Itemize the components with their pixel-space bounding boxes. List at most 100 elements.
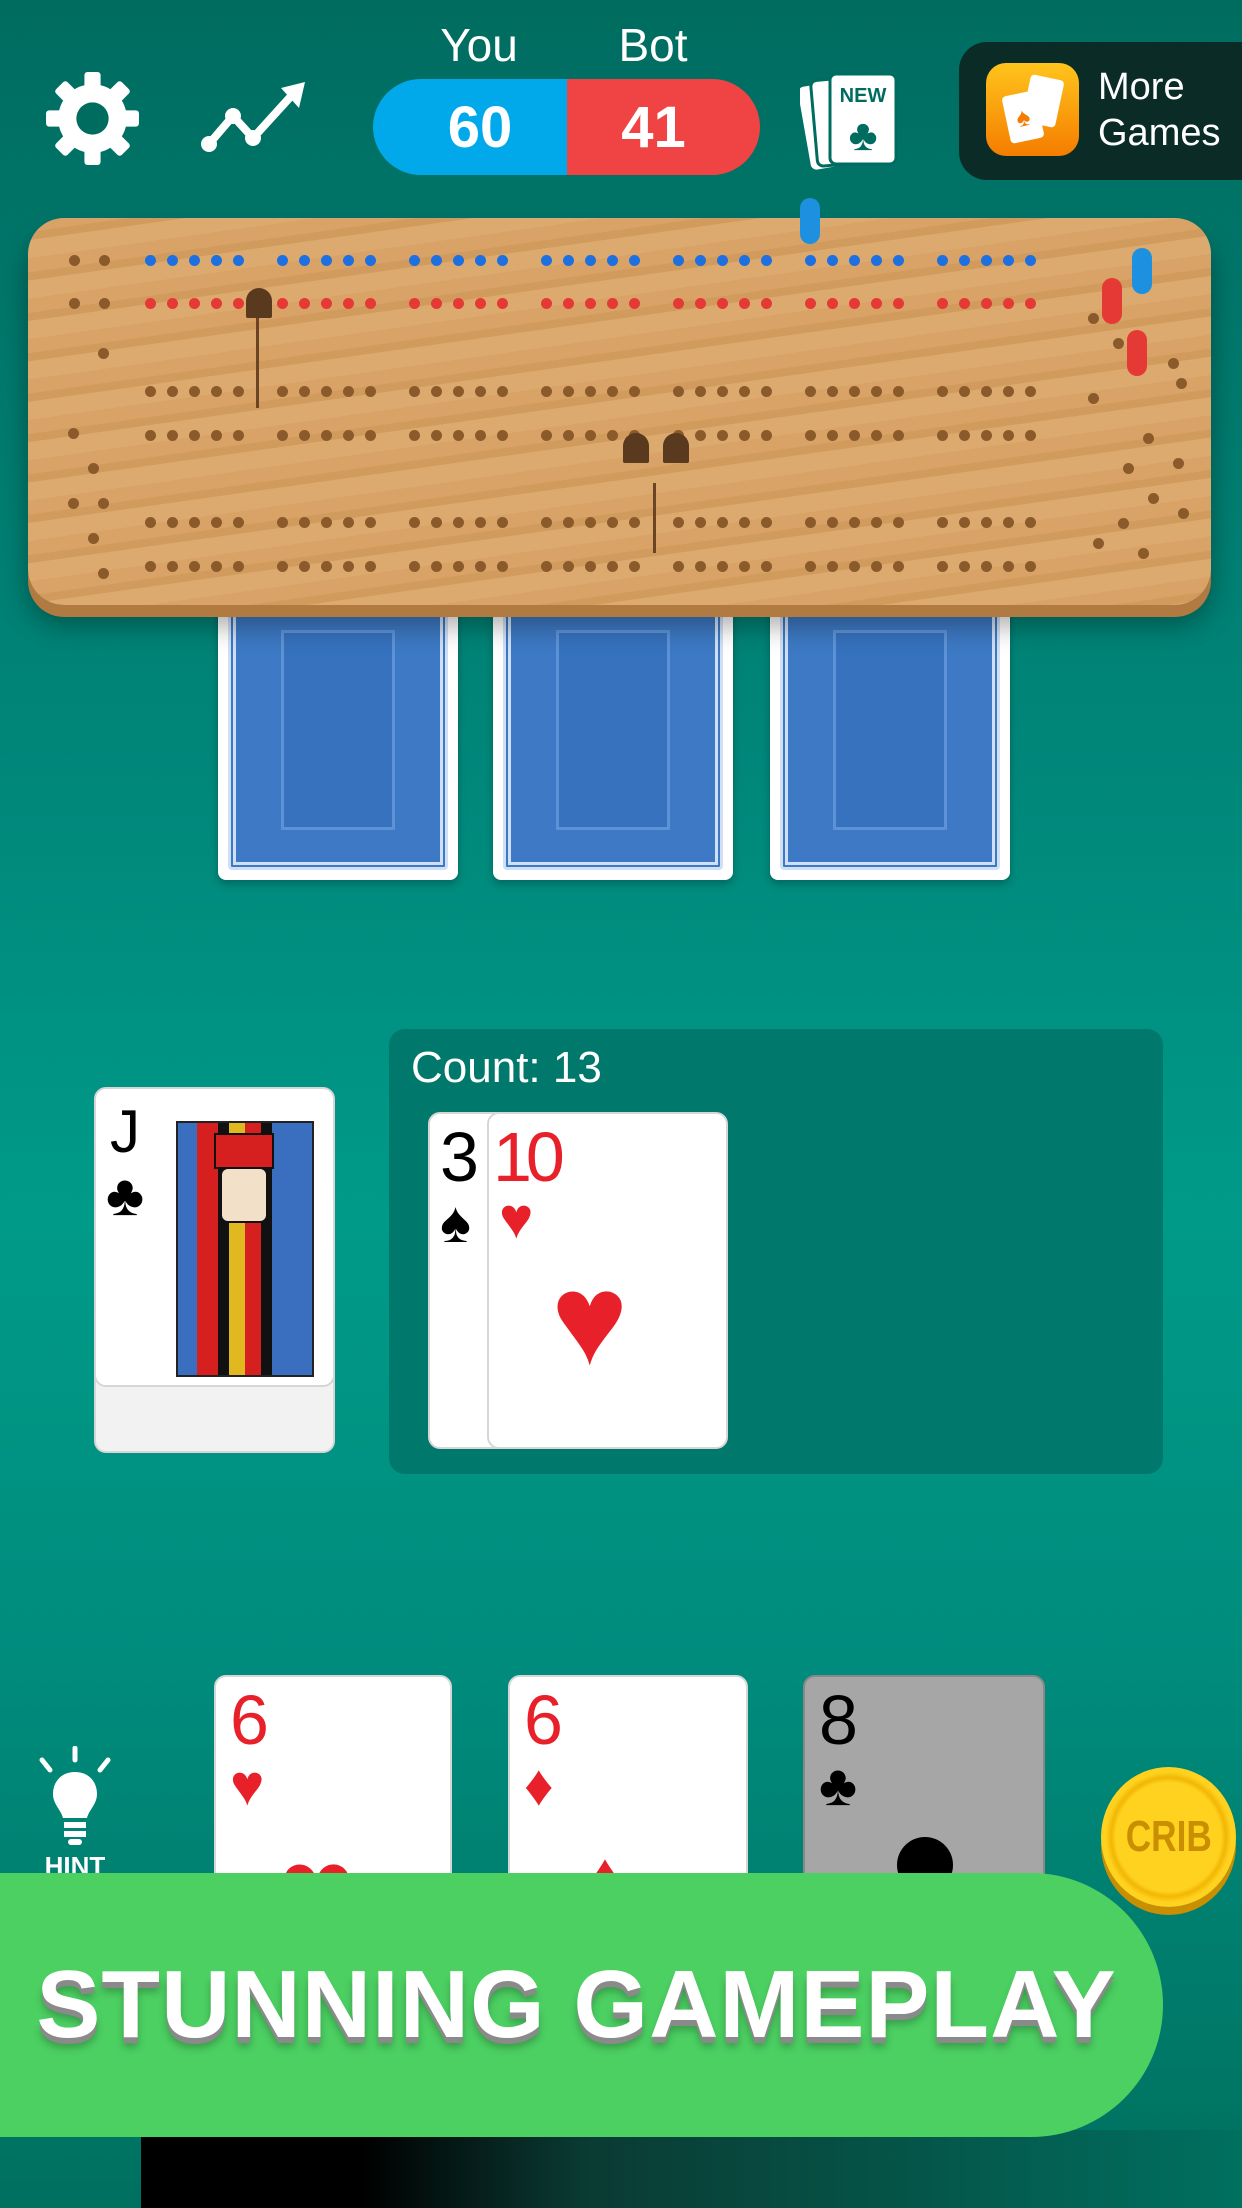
peg-hole [145, 255, 156, 266]
peg-hole [145, 430, 156, 441]
cribbage-board [28, 198, 1211, 605]
peg-hole [585, 255, 596, 266]
card-rank: 10 [493, 1118, 565, 1196]
peg-hole [959, 430, 970, 441]
peg-hole [475, 298, 486, 309]
jack-portrait [176, 1121, 314, 1377]
peg-hole [1088, 313, 1099, 324]
svg-text:♣: ♣ [849, 111, 878, 160]
peg-hole [959, 386, 970, 397]
peg-hole [453, 386, 464, 397]
peg-hole [233, 298, 244, 309]
peg-hole [1003, 386, 1014, 397]
skunk-icon [246, 288, 272, 318]
peg-hole [959, 255, 970, 266]
peg-hole [893, 561, 904, 572]
peg-hole [1025, 255, 1036, 266]
peg-hole [629, 298, 640, 309]
peg-hole [1003, 517, 1014, 528]
peg-hole [959, 561, 970, 572]
peg-hole [497, 430, 508, 441]
svg-text:NEW: NEW [840, 85, 887, 107]
settings-button[interactable] [40, 68, 145, 169]
peg-hole [69, 298, 80, 309]
peg-hole [871, 386, 882, 397]
peg-hole [365, 386, 376, 397]
peg-hole [321, 386, 332, 397]
played-card: 10 ♥ ♥ [487, 1112, 728, 1449]
peg-hole [849, 430, 860, 441]
peg-hole [88, 533, 99, 544]
peg-hole [211, 255, 222, 266]
peg-hole [1003, 561, 1014, 572]
peg-hole [1138, 548, 1149, 559]
peg-hole [695, 561, 706, 572]
peg-hole [893, 430, 904, 441]
peg-hole [585, 298, 596, 309]
count-label: Count: 13 [411, 1043, 602, 1092]
crib-button[interactable]: CRIB [1101, 1767, 1236, 1907]
peg-hole [1093, 538, 1104, 549]
peg-hole [321, 255, 332, 266]
peg-hole [563, 255, 574, 266]
peg-hole [233, 386, 244, 397]
peg-hole [475, 255, 486, 266]
bottom-dark-strip [141, 2130, 1242, 2208]
peg-hole [761, 517, 772, 528]
peg-hole [849, 561, 860, 572]
peg-hole [69, 255, 80, 266]
more-games-line1: More [1098, 66, 1185, 108]
peg-hole [299, 386, 310, 397]
peg-hole [695, 386, 706, 397]
bot-peg [1102, 278, 1122, 324]
skunk-line [256, 318, 259, 408]
peg-hole [475, 430, 486, 441]
peg-hole [717, 255, 728, 266]
peg-hole [607, 298, 618, 309]
hint-button[interactable]: HINT [30, 1746, 120, 1876]
peg-hole [761, 255, 772, 266]
peg-hole [673, 298, 684, 309]
bot-label: Bot [618, 19, 688, 71]
card-rank: 8 [819, 1681, 858, 1759]
peg-hole [299, 561, 310, 572]
starter-card: J ♣ [94, 1087, 335, 1387]
peg-hole [805, 386, 816, 397]
peg-hole [739, 561, 750, 572]
peg-hole [673, 386, 684, 397]
peg-hole [497, 386, 508, 397]
play-area: Count: 13 3 ♠ 10 ♥ ♥ [389, 1029, 1163, 1474]
peg-hole [409, 298, 420, 309]
peg-hole [871, 517, 882, 528]
peg-hole [211, 298, 222, 309]
peg-hole [739, 430, 750, 441]
peg-hole [277, 298, 288, 309]
peg-hole [827, 386, 838, 397]
peg-hole [739, 517, 750, 528]
more-games-button[interactable]: ♠ More Games [959, 42, 1242, 180]
peg-hole [299, 255, 310, 266]
peg-hole [343, 386, 354, 397]
peg-hole [585, 430, 596, 441]
peg-hole [299, 517, 310, 528]
peg-hole [475, 561, 486, 572]
gear-icon [46, 72, 139, 165]
peg-hole [321, 298, 332, 309]
peg-hole [827, 561, 838, 572]
peg-hole [145, 386, 156, 397]
peg-hole [937, 386, 948, 397]
peg-hole [827, 517, 838, 528]
peg-hole [321, 561, 332, 572]
peg-hole [1003, 430, 1014, 441]
peg-hole [409, 386, 420, 397]
stats-button[interactable] [201, 80, 307, 155]
new-game-button[interactable]: NEW ♣ [798, 68, 908, 172]
peg-hole [409, 561, 420, 572]
peg-hole [1003, 298, 1014, 309]
peg-hole [585, 561, 596, 572]
peg-hole [431, 430, 442, 441]
peg-hole [827, 298, 838, 309]
peg-hole [937, 430, 948, 441]
peg-hole [717, 430, 728, 441]
peg-hole [343, 561, 354, 572]
